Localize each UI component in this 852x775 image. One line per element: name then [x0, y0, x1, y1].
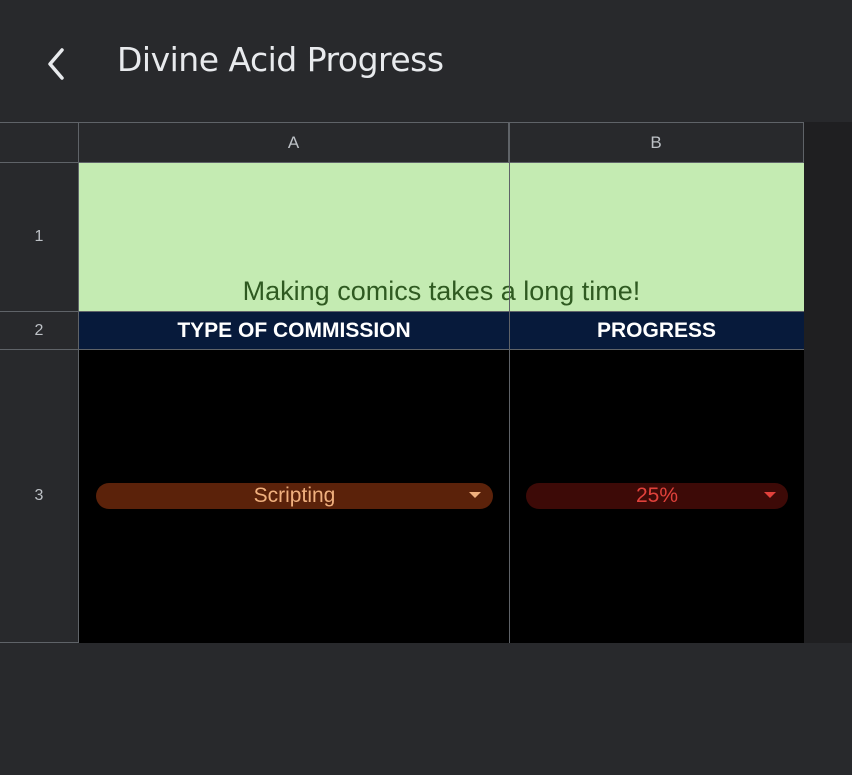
dropdown-arrow-icon [764, 492, 776, 498]
app-header: Divine Acid Progress [0, 0, 852, 122]
type-dropdown-chip[interactable]: Scripting [96, 483, 493, 509]
chevron-left-icon [48, 48, 64, 80]
row-header-1[interactable]: 1 [0, 163, 79, 312]
column-header-b[interactable]: B [509, 122, 804, 163]
progress-dropdown-chip[interactable]: 25% [526, 483, 788, 509]
dropdown-arrow-icon [469, 492, 481, 498]
select-all-corner[interactable] [0, 122, 79, 163]
spreadsheet-grid: A B 1 2 3 Making comics takes a long tim… [0, 122, 852, 643]
cell-progress[interactable]: 25% [509, 350, 804, 643]
header-cell-progress[interactable]: PROGRESS [509, 312, 804, 350]
banner-cell[interactable]: Making comics takes a long time! [79, 163, 804, 312]
row-header-3[interactable]: 3 [0, 350, 79, 643]
back-button[interactable] [34, 44, 78, 84]
column-divider [509, 122, 510, 643]
banner-text: Making comics takes a long time! [242, 276, 641, 306]
empty-canvas-area [0, 643, 852, 775]
sheet-title: Divine Acid Progress [117, 40, 444, 79]
type-chip-value: Scripting [253, 484, 336, 507]
cell-type-of-commission[interactable]: Scripting [79, 350, 509, 643]
grid-right-gutter [804, 122, 852, 643]
header-cell-type[interactable]: TYPE OF COMMISSION [79, 312, 509, 350]
column-header-a[interactable]: A [79, 122, 509, 163]
progress-chip-value: 25% [635, 484, 679, 507]
row-header-2[interactable]: 2 [0, 312, 79, 350]
